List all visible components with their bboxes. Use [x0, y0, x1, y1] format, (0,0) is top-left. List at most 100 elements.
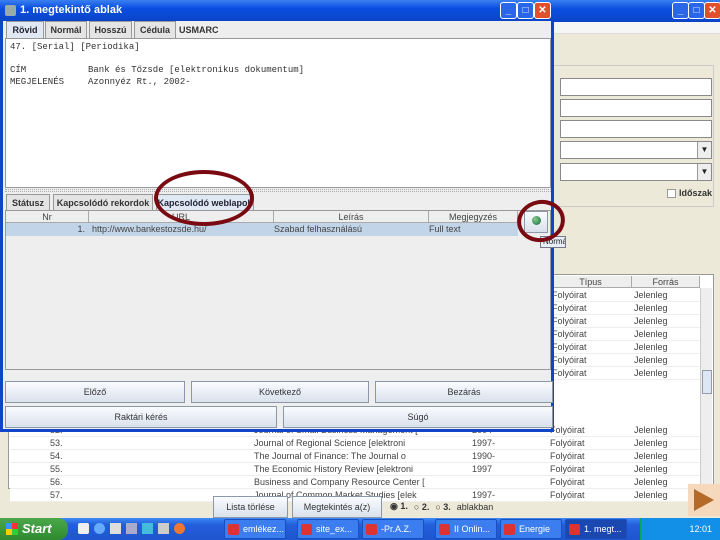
row-type: Folyóirat — [552, 316, 587, 326]
tab-usmarc[interactable]: USMARC — [178, 21, 219, 38]
task-label: emlékez... — [243, 524, 285, 534]
weblinks-table: Nr URL Leírás Megjegyzés 1. http://www.b… — [5, 210, 566, 370]
column-note[interactable]: Megjegyzés — [429, 211, 518, 223]
tab-normal[interactable]: Normál — [45, 21, 87, 38]
search-field-1[interactable] — [560, 78, 712, 96]
search-field-2[interactable] — [560, 99, 712, 117]
row-source: Jelenleg — [634, 438, 668, 448]
row-source: Jelenleg — [634, 368, 668, 378]
tab-hosszu[interactable]: Hosszú — [89, 21, 132, 38]
chevron-down-icon: ▼ — [697, 142, 711, 158]
radio-2[interactable]: ○ 2. — [414, 502, 429, 512]
close-dialog-button[interactable]: Bezárás — [375, 381, 553, 403]
task-label: -Pr.A.Z. — [381, 524, 412, 534]
column-description[interactable]: Leírás — [274, 211, 429, 223]
row-title: The Economic History Review [elektroni — [254, 464, 414, 474]
row-url[interactable]: http://www.bankestozsde.hu/ — [92, 223, 272, 236]
row-nr: 56. — [50, 477, 63, 487]
row-title: Journal of Regional Science [elektroni — [254, 438, 406, 448]
row-source: Jelenleg — [634, 464, 668, 474]
dialog-maximize-button[interactable]: □ — [517, 2, 534, 19]
table-row[interactable]: 55. The Economic History Review [elektro… — [10, 463, 700, 476]
dialog-minimize-button[interactable]: _ — [500, 2, 517, 19]
column-source[interactable]: Forrás — [632, 276, 700, 288]
window-suffix: ablakban — [456, 501, 494, 512]
column-type[interactable]: Típus — [550, 276, 632, 288]
view-in-button[interactable]: Megtekintés a(z) — [292, 496, 382, 518]
task-label: 1. megt... — [584, 524, 622, 534]
row-type: Folyóirat — [552, 342, 587, 352]
firefox-icon[interactable] — [174, 523, 185, 534]
ie-icon[interactable] — [94, 523, 105, 534]
radio-3[interactable]: ○ 3. — [435, 502, 450, 512]
table-row[interactable]: 56. Business and Company Resource Center… — [10, 476, 700, 489]
taskbar-task[interactable]: emlékez... — [224, 519, 286, 539]
table-row[interactable]: Folyóirat Jelenleg — [550, 341, 700, 354]
period-checkbox[interactable] — [667, 189, 676, 198]
dialog-close-button[interactable]: ✕ — [534, 2, 551, 19]
taskbar-task[interactable]: 1. megt... — [565, 519, 627, 539]
next-slide-button[interactable] — [688, 484, 720, 516]
close-button[interactable]: ✕ — [704, 2, 720, 19]
tab-rovid[interactable]: Rövid — [6, 21, 44, 38]
scrollbar-thumb[interactable] — [702, 370, 712, 394]
splitter[interactable] — [5, 189, 551, 192]
taskbar-task[interactable]: -Pr.A.Z. — [362, 519, 424, 539]
maximize-button[interactable]: □ — [688, 2, 705, 19]
table-row[interactable]: 54. The Journal of Finance: The Journal … — [10, 450, 700, 463]
row-year: 1990- — [472, 451, 496, 461]
record-text-area[interactable]: 47. [Serial] [Periodika] CÍM Bank és Tőz… — [5, 38, 551, 188]
table-row[interactable]: 53. Journal of Regional Science [elektro… — [10, 437, 700, 450]
tab-status[interactable]: Státusz — [6, 194, 50, 211]
document-icon[interactable] — [110, 523, 121, 534]
row-source: Jelenleg — [634, 316, 668, 326]
search-field-3[interactable] — [560, 120, 712, 138]
clock: 12:01 — [689, 524, 712, 534]
task-app-icon — [439, 524, 450, 535]
row-note: Full text — [429, 224, 461, 234]
window-radio-group: ◉ 1. ○ 2. ○ 3. ablakban — [390, 501, 493, 512]
taskbar-task[interactable]: site_ex... — [297, 519, 359, 539]
weblinks-header: Nr URL Leírás Megjegyzés — [6, 211, 518, 223]
row-source: Jelenleg — [634, 451, 668, 461]
results-scrollbar[interactable] — [700, 288, 712, 488]
folder-icon[interactable] — [158, 523, 169, 534]
next-button[interactable]: Következő — [191, 381, 369, 403]
field-value-title: Bank és Tőzsde [elektronikus dokumentum] — [88, 65, 305, 75]
row-type: Folyóirat — [550, 464, 585, 474]
help-button[interactable]: Súgó — [283, 406, 553, 428]
row-source: Jelenleg — [634, 342, 668, 352]
quick-launch — [78, 523, 185, 534]
row-title: Business and Company Resource Center [ — [254, 477, 425, 487]
row-source: Jelenleg — [634, 490, 668, 500]
table-row[interactable]: Folyóirat Jelenleg — [550, 289, 700, 302]
media-icon[interactable] — [126, 523, 137, 534]
dialog-title-bar: 1. megtekintő ablak _ □ ✕ — [0, 0, 554, 21]
taskbar-task[interactable]: Energie — [500, 519, 562, 539]
table-row[interactable]: Folyóirat Jelenleg — [550, 367, 700, 380]
search-select-2[interactable]: ▼ — [560, 163, 712, 181]
start-button[interactable]: Start — [0, 518, 68, 540]
search-select-1[interactable]: ▼ — [560, 141, 712, 159]
tab-cedula[interactable]: Cédula — [134, 21, 176, 38]
results-header: Típus Forrás — [550, 276, 700, 288]
skype-icon[interactable] — [142, 523, 153, 534]
task-app-icon — [366, 524, 377, 535]
table-row[interactable]: 1. http://www.bankestozsde.hu/ Szabad fe… — [6, 223, 518, 236]
table-row[interactable]: Folyóirat Jelenleg — [550, 302, 700, 315]
column-nr[interactable]: Nr — [6, 211, 89, 223]
stack-request-button[interactable]: Raktári kérés — [5, 406, 277, 428]
quicklaunch-icon[interactable] — [78, 523, 89, 534]
row-type: Folyóirat — [552, 290, 587, 300]
table-row[interactable]: Folyóirat Jelenleg — [550, 315, 700, 328]
previous-button[interactable]: Előző — [5, 381, 185, 403]
table-row[interactable]: Folyóirat Jelenleg — [550, 354, 700, 367]
tab-related-records[interactable]: Kapcsolódó rekordok — [53, 194, 153, 211]
radio-1[interactable]: ◉ 1. — [390, 501, 408, 512]
row-type: Folyóirat — [552, 329, 587, 339]
table-row[interactable]: Folyóirat Jelenleg — [550, 328, 700, 341]
clear-list-button[interactable]: Lista törlése — [213, 496, 288, 518]
taskbar-task[interactable]: II Onlin... — [435, 519, 497, 539]
minimize-button[interactable]: _ — [672, 2, 689, 19]
row-type: Folyóirat — [550, 477, 585, 487]
